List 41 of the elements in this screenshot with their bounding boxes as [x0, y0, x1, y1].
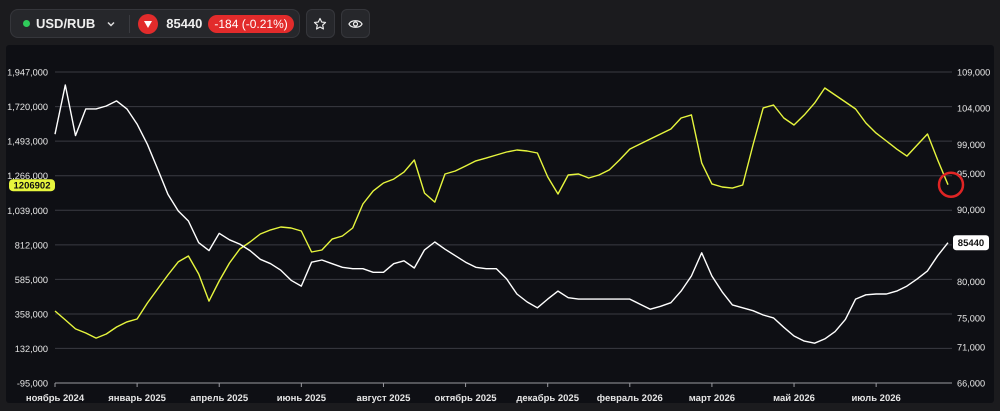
- axis-label: январь 2025: [108, 393, 166, 403]
- axis-label: 66,000: [957, 378, 986, 388]
- axis-label: 1,720,000: [7, 102, 48, 112]
- axis-label: июнь 2025: [276, 393, 326, 403]
- axis-label: август 2025: [356, 393, 410, 403]
- value-label: 1206902: [9, 179, 55, 192]
- watch-button[interactable]: [340, 9, 370, 38]
- axis-label: 812,000: [14, 240, 48, 250]
- axis-label: -95,000: [16, 378, 48, 388]
- price-value: 85440: [166, 16, 202, 31]
- axis-label: 75,000: [957, 313, 986, 324]
- axis-label: 1,039,000: [7, 206, 48, 216]
- axis-label: 132,000: [14, 344, 48, 354]
- axis-label: 358,000: [14, 310, 48, 320]
- star-icon: [313, 16, 328, 30]
- status-dot: [23, 20, 30, 27]
- axis-label: 80,000: [957, 277, 986, 288]
- axis-label: 109,000: [957, 68, 990, 78]
- eye-icon: [348, 18, 363, 30]
- axis-label: февраль 2026: [596, 393, 663, 403]
- favorite-button[interactable]: [306, 9, 335, 38]
- axis-label: 1,947,000: [7, 68, 48, 78]
- chevron-down-icon: [107, 20, 116, 26]
- axis-label: 99,000: [957, 140, 986, 150]
- axis-label: ноябрь 2024: [26, 393, 84, 403]
- axis-label: 71,000: [957, 342, 986, 352]
- axis-label: апрель 2025: [190, 393, 248, 403]
- axis-label: 585,000: [14, 274, 48, 285]
- value-label: 85440: [953, 235, 989, 250]
- axis-label: март 2026: [688, 393, 736, 403]
- symbol-dropdown[interactable]: USD/RUB: [36, 16, 130, 31]
- axis-label: 104,000: [957, 104, 990, 114]
- axis-label: октябрь 2025: [434, 393, 497, 403]
- change-badge: -184 (-0.21%): [208, 14, 294, 32]
- axis-label: июль 2026: [851, 393, 901, 403]
- axis-label: декабрь 2025: [516, 393, 579, 403]
- axis-label: 1,493,000: [7, 136, 48, 147]
- axis-label: 1,266,000: [7, 171, 48, 182]
- axis-label: май 2026: [773, 393, 815, 403]
- axis-label: 95,000: [957, 168, 986, 179]
- axis-label: 90,000: [957, 204, 986, 215]
